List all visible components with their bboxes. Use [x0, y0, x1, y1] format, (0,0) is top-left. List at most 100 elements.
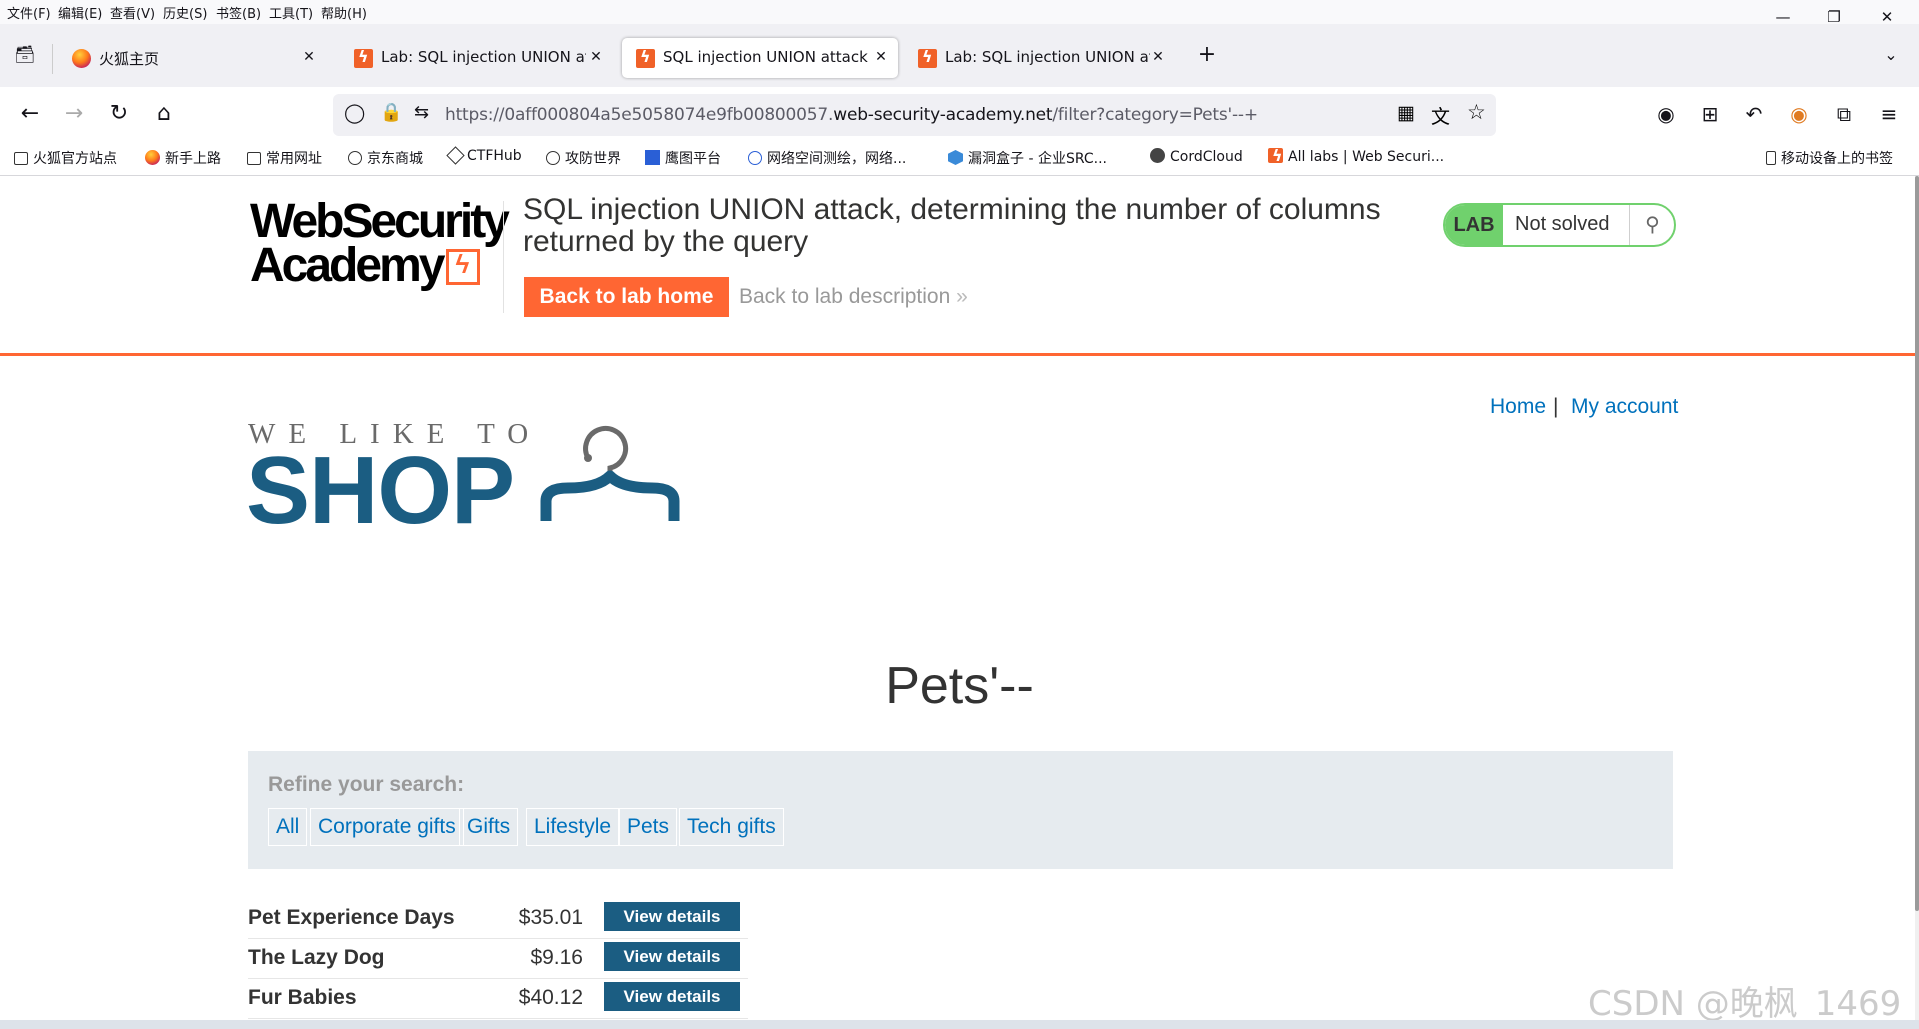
- tab-sql-injection-active[interactable]: SQL injection UNION attack, ✕: [622, 38, 898, 78]
- menu-edit[interactable]: 编辑(E): [58, 3, 102, 22]
- forward-icon[interactable]: →: [57, 97, 91, 131]
- lab-status-badge: LAB Not solved ⚲: [1443, 203, 1676, 247]
- filter-corporate-gifts[interactable]: Corporate gifts: [310, 808, 464, 846]
- bookmark-label: CTFHub: [467, 148, 522, 164]
- bookmark-label: 京东商城: [367, 151, 423, 167]
- bookmark-label: 火狐官方站点: [33, 151, 117, 167]
- filter-pets[interactable]: Pets: [619, 808, 678, 846]
- tab-title: Lab: SQL injection UNION att: [945, 48, 1150, 66]
- undo-icon[interactable]: ↶: [1737, 97, 1771, 131]
- account-icon[interactable]: ◉: [1649, 97, 1683, 131]
- permissions-icon[interactable]: ⇆: [414, 102, 429, 123]
- close-tab-icon[interactable]: ✕: [298, 45, 320, 69]
- filter-gifts[interactable]: Gifts: [459, 808, 519, 846]
- header-rule: [0, 353, 1915, 356]
- tab-lab-1[interactable]: Lab: SQL injection UNION att ✕: [340, 38, 610, 78]
- web-security-academy-logo[interactable]: WebSecurity Academy ϟ: [250, 195, 510, 290]
- bookmark-label: 漏洞盒子 - 企业SRC...: [968, 151, 1107, 167]
- portswigger-icon: [1268, 146, 1283, 165]
- extension-avatar-icon[interactable]: ◉: [1782, 97, 1816, 131]
- filter-panel: Refine your search: All Corporate gifts …: [248, 751, 1673, 869]
- bookmark-label: 常用网址: [266, 151, 322, 167]
- reload-icon[interactable]: ↻: [102, 97, 136, 131]
- filter-all[interactable]: All: [268, 808, 308, 846]
- page-scrollbar[interactable]: [1915, 176, 1919, 1029]
- close-tab-icon[interactable]: ✕: [585, 45, 607, 69]
- tab-overview-icon[interactable]: 🗃: [8, 38, 42, 72]
- folder-icon: [14, 152, 28, 165]
- close-tab-icon[interactable]: ✕: [1147, 45, 1169, 69]
- bookmark-item[interactable]: 火狐官方站点: [14, 148, 117, 168]
- menu-tools[interactable]: 工具(T): [269, 3, 313, 22]
- new-tab-icon[interactable]: +: [1190, 38, 1224, 72]
- tab-title: 火狐主页: [99, 50, 160, 68]
- list-tabs-chevron-icon[interactable]: ⌄: [1874, 38, 1908, 72]
- logo-line-1: WebSecurity: [250, 195, 510, 248]
- bookmark-star-icon[interactable]: ☆: [1467, 100, 1486, 125]
- back-to-lab-description-link[interactable]: Back to lab description »: [739, 285, 968, 309]
- lab-label: LAB: [1445, 205, 1503, 245]
- bookmark-label: 移动设备上的书签: [1781, 151, 1893, 167]
- home-icon[interactable]: ⌂: [147, 97, 181, 131]
- navigation-toolbar: ← → ↻ ⌂ ◯ 🔒 ⇆ https://0aff000804a5e50580…: [0, 87, 1919, 142]
- mobile-device-icon: [1766, 151, 1776, 165]
- product-row: Fur Babies $40.12 View details: [248, 978, 748, 1019]
- bookmark-item[interactable]: All labs | Web Securi...: [1268, 146, 1444, 165]
- bookmark-item[interactable]: 鹰图平台: [645, 148, 721, 168]
- bookmark-label: 鹰图平台: [665, 151, 721, 167]
- bookmark-item[interactable]: 常用网址: [247, 148, 322, 168]
- bookmark-item[interactable]: CordCloud: [1150, 148, 1243, 165]
- back-to-lab-home-button[interactable]: Back to lab home: [524, 277, 729, 317]
- filter-lifestyle[interactable]: Lifestyle: [526, 808, 620, 846]
- filter-label: Refine your search:: [268, 773, 465, 796]
- url-text[interactable]: https://0aff000804a5e5058074e9fb00800057…: [445, 105, 1258, 125]
- bookmark-label: 攻防世界: [565, 151, 621, 167]
- header-divider: [503, 201, 504, 313]
- my-account-link[interactable]: My account: [1571, 395, 1678, 419]
- back-to-lab-description-label: Back to lab description: [739, 285, 951, 308]
- menu-help[interactable]: 帮助(H): [321, 3, 367, 22]
- scrollbar-thumb[interactable]: [1915, 176, 1919, 911]
- extensions-puzzle-icon[interactable]: ⧉: [1827, 97, 1861, 131]
- flask-icon: ⚲: [1629, 205, 1674, 245]
- menu-history[interactable]: 历史(S): [163, 3, 207, 22]
- category-heading: Pets'--: [885, 657, 1034, 715]
- shop-logo-text: SHOP: [246, 437, 515, 544]
- lock-icon[interactable]: 🔒: [380, 102, 402, 123]
- bookmark-item[interactable]: 京东商城: [348, 148, 423, 168]
- filter-tech-gifts[interactable]: Tech gifts: [679, 808, 784, 846]
- url-bar[interactable]: ◯ 🔒 ⇆ https://0aff000804a5e5058074e9fb00…: [333, 94, 1496, 136]
- product-price: $9.16: [530, 946, 583, 969]
- nav-separator: |: [1553, 395, 1559, 418]
- menu-bookmarks[interactable]: 书签(B): [216, 3, 261, 22]
- translate-icon[interactable]: 文: [1431, 102, 1450, 129]
- bookmark-item[interactable]: 网络空间测绘，网络...: [748, 148, 906, 168]
- back-icon[interactable]: ←: [13, 97, 47, 131]
- logo-line-2: Academy: [250, 239, 445, 292]
- product-row: The Lazy Dog $9.16 View details: [248, 938, 748, 979]
- portswigger-icon: [636, 47, 655, 68]
- menu-view[interactable]: 查看(V): [110, 3, 155, 22]
- bookmark-label: CordCloud: [1170, 149, 1243, 165]
- mobile-bookmarks[interactable]: 移动设备上的书签: [1766, 148, 1893, 168]
- view-details-button[interactable]: View details: [604, 982, 740, 1011]
- tab-lab-2[interactable]: Lab: SQL injection UNION att ✕: [904, 38, 1174, 78]
- view-details-button[interactable]: View details: [604, 942, 740, 971]
- eagle-icon: [645, 150, 660, 165]
- menu-file[interactable]: 文件(F): [7, 3, 51, 22]
- tab-firefox-home[interactable]: 火狐主页 ✕: [58, 38, 328, 78]
- view-details-button[interactable]: View details: [604, 902, 740, 931]
- bookmark-item[interactable]: CTFHub: [446, 146, 522, 165]
- qr-code-icon[interactable]: ▦: [1397, 102, 1415, 125]
- close-tab-icon[interactable]: ✕: [870, 45, 892, 69]
- firefox-icon: [72, 49, 91, 68]
- home-link[interactable]: Home: [1490, 395, 1546, 419]
- bookmark-item[interactable]: 新手上路: [145, 148, 221, 168]
- bookmark-item[interactable]: 漏洞盒子 - 企业SRC...: [948, 148, 1107, 168]
- app-menu-icon[interactable]: ≡: [1872, 97, 1906, 131]
- shield-icon[interactable]: ◯: [344, 102, 365, 125]
- url-path: /filter?category=Pets'--+: [1052, 105, 1258, 125]
- bookmark-item[interactable]: 攻防世界: [546, 148, 621, 168]
- tab-divider: [52, 44, 53, 74]
- screenshot-crop-icon[interactable]: ⊞: [1693, 97, 1727, 131]
